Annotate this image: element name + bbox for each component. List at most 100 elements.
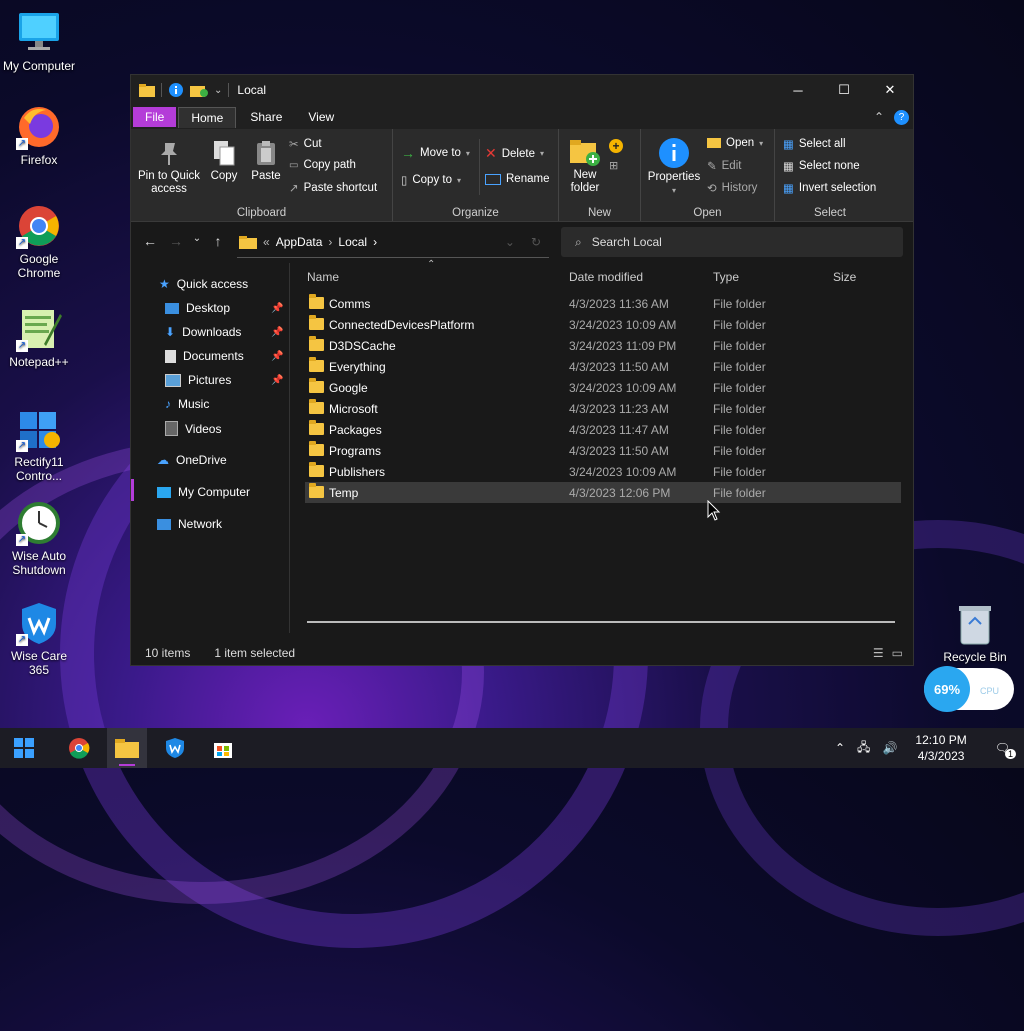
nav-music[interactable]: ♪ Music bbox=[165, 397, 209, 411]
desktop-icon-wise-care[interactable]: ↗ Wise Care 365 bbox=[2, 600, 76, 677]
chevron-down-icon[interactable]: ⌄ bbox=[214, 85, 222, 96]
table-row[interactable]: Temp 4/3/2023 12:06 PM File folder bbox=[305, 482, 901, 503]
breadcrumb-appdata[interactable]: AppData bbox=[276, 235, 323, 249]
folder-icon bbox=[239, 235, 257, 249]
copy-to-button[interactable]: ▯ Copy to ▾ bbox=[401, 173, 461, 187]
move-to-button[interactable]: → Move to ▾ bbox=[401, 145, 470, 161]
taskbar-wise-care[interactable] bbox=[155, 728, 195, 768]
help-icon[interactable]: ? bbox=[894, 109, 909, 125]
recent-locations-button[interactable]: ⌄ bbox=[189, 233, 205, 249]
paste-button[interactable]: Paste bbox=[247, 139, 285, 183]
properties-button[interactable]: Properties ▾ bbox=[645, 137, 703, 197]
up-button[interactable]: ↑ bbox=[205, 233, 231, 249]
paste-shortcut-button[interactable]: ↗ Paste shortcut bbox=[289, 181, 377, 195]
table-row[interactable]: Programs 4/3/2023 11:50 AM File folder bbox=[305, 440, 901, 461]
cpu-widget[interactable]: 69% CPU bbox=[924, 666, 1014, 712]
address-bar[interactable]: « AppData › Local › ⌄ ↻ bbox=[237, 227, 549, 258]
maximize-button[interactable]: ☐ bbox=[821, 75, 867, 105]
cut-button[interactable]: ✂ Cut bbox=[289, 137, 322, 151]
pin-icon[interactable]: 📌 bbox=[271, 303, 283, 314]
desktop-icon-chrome[interactable]: ↗ Google Chrome bbox=[2, 203, 76, 280]
column-header-type[interactable]: Type bbox=[713, 270, 739, 284]
copy-button[interactable]: Copy bbox=[205, 139, 243, 183]
collapse-ribbon-icon[interactable]: ⌃ bbox=[874, 110, 884, 124]
forward-button[interactable]: → bbox=[163, 233, 189, 249]
select-none-button[interactable]: ▦ Select none bbox=[783, 159, 860, 173]
delete-button[interactable]: ✕ Delete ▾ bbox=[485, 145, 544, 162]
details-view-icon[interactable]: ☰ bbox=[873, 646, 884, 660]
horizontal-scrollbar[interactable] bbox=[307, 621, 895, 623]
pin-icon[interactable]: 📌 bbox=[271, 327, 283, 338]
folder-icon bbox=[309, 315, 324, 330]
edit-button[interactable]: ✎ Edit bbox=[707, 159, 741, 173]
tab-file[interactable]: File bbox=[133, 107, 177, 127]
volume-icon[interactable]: 🔊 bbox=[882, 741, 897, 755]
nav-downloads[interactable]: ⬇ Downloads bbox=[165, 325, 241, 339]
nav-pictures[interactable]: Pictures bbox=[165, 373, 231, 387]
nav-documents[interactable]: Documents bbox=[165, 349, 244, 363]
desktop-icon-wise-auto-shutdown[interactable]: ↗ Wise Auto Shutdown bbox=[2, 500, 76, 577]
nav-onedrive[interactable]: ☁ OneDrive bbox=[157, 453, 227, 467]
column-header-size[interactable]: Size bbox=[833, 270, 856, 284]
new-item-icon[interactable]: + bbox=[609, 139, 623, 153]
desktop-icon-recycle-bin[interactable]: Recycle Bin bbox=[940, 602, 1010, 664]
pin-icon[interactable]: 📌 bbox=[271, 375, 283, 386]
tab-share[interactable]: Share bbox=[238, 107, 294, 127]
copy-path-icon: ▭ bbox=[289, 159, 299, 171]
copy-path-button[interactable]: ▭ Copy path bbox=[289, 159, 356, 171]
easy-access-icon[interactable]: ⊞ bbox=[609, 159, 618, 172]
address-overflow[interactable]: « bbox=[263, 235, 270, 249]
new-folder-button[interactable]: New folder bbox=[563, 137, 607, 195]
clock[interactable]: 12:10 PM 4/3/2023 bbox=[915, 732, 966, 764]
show-hidden-icons-icon[interactable]: ⌃ bbox=[835, 741, 845, 755]
address-dropdown-icon[interactable]: ⌄ bbox=[505, 235, 515, 249]
refresh-icon[interactable]: ↻ bbox=[531, 235, 541, 249]
desktop-icon-rectify11[interactable]: ↗ Rectify11 Contro... bbox=[2, 406, 76, 483]
taskbar-store[interactable] bbox=[203, 728, 243, 768]
breadcrumb-local[interactable]: Local bbox=[338, 235, 367, 249]
desktop-icon-notepadpp[interactable]: ↗ Notepad++ bbox=[2, 306, 76, 369]
tab-home[interactable]: Home bbox=[178, 106, 237, 128]
network-status-icon[interactable]: 🖧 bbox=[857, 738, 870, 759]
table-row[interactable]: Packages 4/3/2023 11:47 AM File folder bbox=[305, 419, 901, 440]
table-row[interactable]: Publishers 3/24/2023 10:09 AM File folder bbox=[305, 461, 901, 482]
large-icons-view-icon[interactable]: ▭ bbox=[892, 646, 903, 660]
select-all-button[interactable]: ▦ Select all bbox=[783, 137, 846, 151]
table-row[interactable]: Comms 4/3/2023 11:36 AM File folder bbox=[305, 293, 901, 314]
start-button[interactable] bbox=[4, 728, 44, 768]
open-button[interactable]: Open ▾ bbox=[707, 137, 763, 149]
column-header-name[interactable]: Name bbox=[307, 270, 339, 284]
desktop-icon-my-computer[interactable]: My Computer bbox=[2, 10, 76, 73]
properties-quick-icon[interactable] bbox=[168, 82, 184, 98]
back-button[interactable]: ← bbox=[137, 233, 163, 249]
nav-videos[interactable]: Videos bbox=[165, 421, 221, 436]
invert-selection-button[interactable]: ▦ Invert selection bbox=[783, 181, 876, 195]
search-box[interactable]: ⌕ Search Local bbox=[561, 227, 903, 257]
nav-desktop[interactable]: Desktop bbox=[165, 301, 230, 315]
nav-my-computer[interactable]: My Computer bbox=[157, 485, 250, 499]
history-button[interactable]: ⟲ History bbox=[707, 181, 757, 195]
table-row[interactable]: Google 3/24/2023 10:09 AM File folder bbox=[305, 377, 901, 398]
nav-network[interactable]: Network bbox=[157, 517, 222, 531]
table-row[interactable]: ConnectedDevicesPlatform 3/24/2023 10:09 … bbox=[305, 314, 901, 335]
table-row[interactable]: D3DSCache 3/24/2023 11:09 PM File folder bbox=[305, 335, 901, 356]
close-button[interactable]: ✕ bbox=[867, 75, 913, 105]
table-row[interactable]: Everything 4/3/2023 11:50 AM File folder bbox=[305, 356, 901, 377]
taskbar-chrome[interactable] bbox=[59, 728, 99, 768]
rename-button[interactable]: Rename bbox=[485, 173, 549, 185]
pin-quick-access-button[interactable]: Pin to Quick access bbox=[137, 139, 201, 196]
notification-center-button[interactable]: 🗨 1 bbox=[995, 741, 1016, 759]
sort-indicator-icon: ⌃ bbox=[427, 259, 436, 270]
tab-view[interactable]: View bbox=[296, 107, 346, 127]
new-folder-quick-icon[interactable] bbox=[190, 82, 208, 98]
file-list: ⌃ Name Date modified Type Size Comms 4/3/… bbox=[291, 259, 913, 633]
minimize-button[interactable]: ─ bbox=[775, 75, 821, 105]
nav-quick-access[interactable]: ★ Quick access bbox=[159, 277, 248, 291]
column-header-date[interactable]: Date modified bbox=[569, 270, 643, 284]
pin-icon[interactable]: 📌 bbox=[271, 351, 283, 362]
file-name: ConnectedDevicesPlatform bbox=[329, 317, 475, 332]
desktop-icon-firefox[interactable]: ↗ Firefox bbox=[2, 104, 76, 167]
taskbar-file-explorer[interactable] bbox=[107, 728, 147, 768]
chevron-right-icon[interactable]: › bbox=[373, 235, 377, 249]
table-row[interactable]: Microsoft 4/3/2023 11:23 AM File folder bbox=[305, 398, 901, 419]
